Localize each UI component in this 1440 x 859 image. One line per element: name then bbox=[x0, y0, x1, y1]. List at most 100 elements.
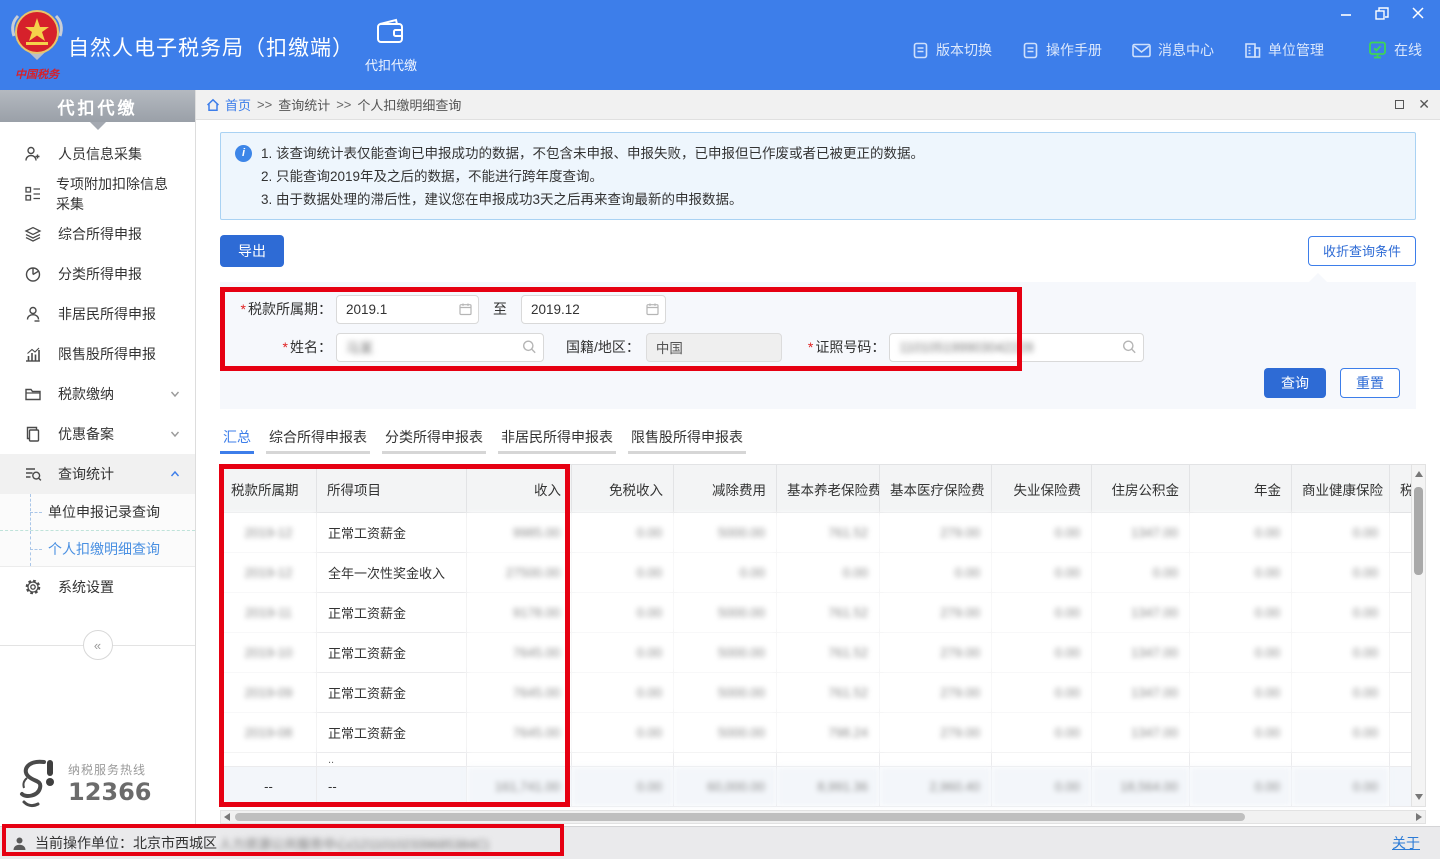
cell bbox=[777, 753, 880, 767]
nav-withholding[interactable]: 代扣代缴 bbox=[352, 18, 430, 74]
sidebar-item-preferential-record[interactable]: 优惠备案 bbox=[0, 414, 195, 454]
table-summary-row[interactable]: ----161,741.000.0060,000.008,991.362,960… bbox=[221, 767, 1412, 807]
table-row[interactable]: 2019-12正常工资薪金9985.000.005000.00761.52279… bbox=[221, 513, 1412, 553]
sidebar-item-tax-payment[interactable]: 税款缴纳 bbox=[0, 374, 195, 414]
cell bbox=[1292, 753, 1390, 767]
cell bbox=[1190, 753, 1292, 767]
status-bar: 当前操作单位：北京市西城区人力资源公共服务中心(1211010233968538… bbox=[0, 826, 1440, 859]
caret-up-icon bbox=[1308, 273, 1328, 283]
cell: 18,564.00 bbox=[1092, 767, 1190, 807]
table-row[interactable]: 2019-11正常工资薪金9178.000.005000.00761.52279… bbox=[221, 593, 1412, 633]
wallet-icon bbox=[376, 18, 406, 44]
cell: 9985.00 bbox=[467, 513, 572, 553]
search-icon[interactable] bbox=[1122, 340, 1137, 355]
notice-line-1: 1. 该查询统计表仅能查询已申报成功的数据，不包含未申报、申报失败，已申报但已作… bbox=[261, 142, 924, 165]
tab-summary[interactable]: 汇总 bbox=[220, 427, 254, 454]
collapse-query-button[interactable]: 收折查询条件 bbox=[1308, 236, 1416, 266]
scroll-left-arrow-icon[interactable] bbox=[224, 813, 230, 821]
sidebar-subitem-personal-withholding-query[interactable]: 个人扣缴明细查询 bbox=[0, 530, 195, 566]
logo-text: 中国税务 bbox=[15, 68, 61, 81]
sidebar-item-comprehensive-income[interactable]: 综合所得申报 bbox=[0, 214, 195, 254]
sidebar-item-personnel-info[interactable]: 人员信息采集 bbox=[0, 134, 195, 174]
tab-classified-income[interactable]: 分类所得申报表 bbox=[382, 427, 486, 454]
cell: 279.00 bbox=[880, 713, 992, 753]
table-row[interactable]: 2019-09正常工资薪金7645.000.005000.00761.52279… bbox=[221, 673, 1412, 713]
cell bbox=[221, 753, 317, 767]
cell: 0.00 bbox=[992, 593, 1092, 633]
sidebar-item-nonresident-income[interactable]: 非居民所得申报 bbox=[0, 294, 195, 334]
minimize-icon[interactable] bbox=[1336, 4, 1356, 22]
tab-restricted-stock[interactable]: 限售股所得申报表 bbox=[628, 427, 746, 454]
results-table: 税款所属期 所得项目 收入 免税收入 减除费用 基本养老保险费 基本医疗保险费 … bbox=[220, 464, 1412, 807]
scroll-down-arrow-icon[interactable] bbox=[1415, 794, 1423, 800]
horizontal-scrollbar[interactable] bbox=[220, 810, 1426, 824]
hotline-12366-icon bbox=[14, 756, 60, 810]
sidebar-item-label: 综合所得申报 bbox=[58, 224, 142, 244]
menu-unit-management[interactable]: 单位管理 bbox=[1244, 40, 1324, 60]
menu-manual[interactable]: 操作手册 bbox=[1022, 40, 1102, 60]
cell: 7645.00 bbox=[467, 673, 572, 713]
sidebar-item-query-statistics[interactable]: 查询统计 bbox=[0, 454, 195, 494]
sidebar-item-classified-income[interactable]: 分类所得申报 bbox=[0, 254, 195, 294]
tab-nonresident-income[interactable]: 非居民所得申报表 bbox=[498, 427, 616, 454]
cell: 1347.00 bbox=[1092, 673, 1190, 713]
sidebar-item-special-deduction[interactable]: 专项附加扣除信息采集 bbox=[0, 174, 195, 214]
search-icon[interactable] bbox=[522, 340, 537, 355]
cert-number-input[interactable]: 110105199903042228 bbox=[889, 333, 1144, 362]
tax-bureau-logo: 中国税务 bbox=[8, 6, 66, 84]
sidebar-item-label: 非居民所得申报 bbox=[58, 304, 156, 324]
cell: 5000.00 bbox=[674, 593, 777, 633]
tab-bar: 汇总 综合所得申报表 分类所得申报表 非居民所得申报表 限售股所得申报表 bbox=[220, 427, 1416, 454]
sidebar-item-restricted-stock[interactable]: 限售股所得申报 bbox=[0, 334, 195, 374]
cell: 2019-08 bbox=[221, 713, 317, 753]
reset-button[interactable]: 重置 bbox=[1340, 368, 1400, 398]
menu-online-status[interactable]: 在线 bbox=[1368, 40, 1422, 60]
cell: 5000.00 bbox=[674, 713, 777, 753]
panel-maximize-icon[interactable] bbox=[1395, 100, 1404, 109]
name-input[interactable]: 马某 bbox=[336, 333, 544, 362]
header-menu: 版本切换 操作手册 消息中心 单位管理 在线 bbox=[912, 40, 1422, 60]
vertical-scroll-thumb[interactable] bbox=[1414, 487, 1423, 575]
scroll-right-arrow-icon[interactable] bbox=[1416, 813, 1422, 821]
calendar-icon[interactable] bbox=[646, 303, 659, 316]
cell: 1347.00 bbox=[1092, 593, 1190, 633]
col-tax-free-income: 免税收入 bbox=[572, 465, 674, 513]
menu-version-switch[interactable]: 版本切换 bbox=[912, 40, 992, 60]
sidebar-item-system-settings[interactable]: 系统设置 bbox=[0, 567, 195, 607]
vertical-scrollbar[interactable] bbox=[1411, 464, 1426, 807]
table-row[interactable]: 2019-10正常工资薪金7645.000.005000.00761.52279… bbox=[221, 633, 1412, 673]
export-button[interactable]: 导出 bbox=[220, 235, 284, 267]
cell: 0.00 bbox=[1292, 673, 1390, 713]
menu-label: 版本切换 bbox=[936, 40, 992, 60]
tab-comprehensive-income[interactable]: 综合所得申报表 bbox=[266, 427, 370, 454]
info-icon: i bbox=[235, 145, 252, 162]
table-row-partial[interactable]: .. bbox=[221, 753, 1412, 767]
horizontal-scroll-thumb[interactable] bbox=[235, 813, 1245, 821]
sidebar-collapse-button[interactable]: « bbox=[83, 630, 113, 660]
cell: 761.52 bbox=[777, 673, 880, 713]
panel-close-icon[interactable]: ✕ bbox=[1418, 96, 1430, 113]
table-row[interactable]: 2019-12全年一次性奖金收入27500.000.000.000.000.00… bbox=[221, 553, 1412, 593]
query-buttons: 查询 重置 bbox=[1264, 368, 1400, 398]
cell: 161,741.00 bbox=[467, 767, 572, 807]
about-link[interactable]: 关于 bbox=[1392, 833, 1420, 853]
notice-box: i 1. 该查询统计表仅能查询已申报成功的数据，不包含未申报、申报失败，已申报但… bbox=[220, 132, 1416, 220]
cell: 7645.00 bbox=[467, 713, 572, 753]
close-icon[interactable] bbox=[1408, 4, 1428, 22]
sidebar-subitem-unit-declaration-query[interactable]: 单位申报记录查询 bbox=[0, 494, 195, 530]
breadcrumb-home[interactable]: 首页 bbox=[206, 95, 251, 114]
col-truncated: 税 bbox=[1390, 465, 1412, 513]
breadcrumb: 首页 >> 查询统计 >> 个人扣缴明细查询 ✕ bbox=[196, 90, 1440, 120]
cell: 0.00 bbox=[1190, 633, 1292, 673]
menu-message-center[interactable]: 消息中心 bbox=[1132, 40, 1214, 60]
period-to-input[interactable]: 2019.12 bbox=[521, 295, 666, 324]
scroll-up-arrow-icon[interactable] bbox=[1415, 471, 1423, 477]
period-from-input[interactable]: 2019.1 bbox=[336, 295, 479, 324]
sidebar: 代扣代缴 人员信息采集 专项附加扣除信息采集 综合所得申报 分类所得申报 非居民… bbox=[0, 90, 196, 826]
search-button[interactable]: 查询 bbox=[1264, 368, 1326, 398]
nationality-value: 中国 bbox=[656, 337, 683, 357]
restore-icon[interactable] bbox=[1372, 4, 1392, 22]
table-row[interactable]: 2019-08正常工资薪金7645.000.005000.00798.24279… bbox=[221, 713, 1412, 753]
col-medical-insurance: 基本医疗保险费 bbox=[880, 465, 992, 513]
calendar-icon[interactable] bbox=[459, 303, 472, 316]
